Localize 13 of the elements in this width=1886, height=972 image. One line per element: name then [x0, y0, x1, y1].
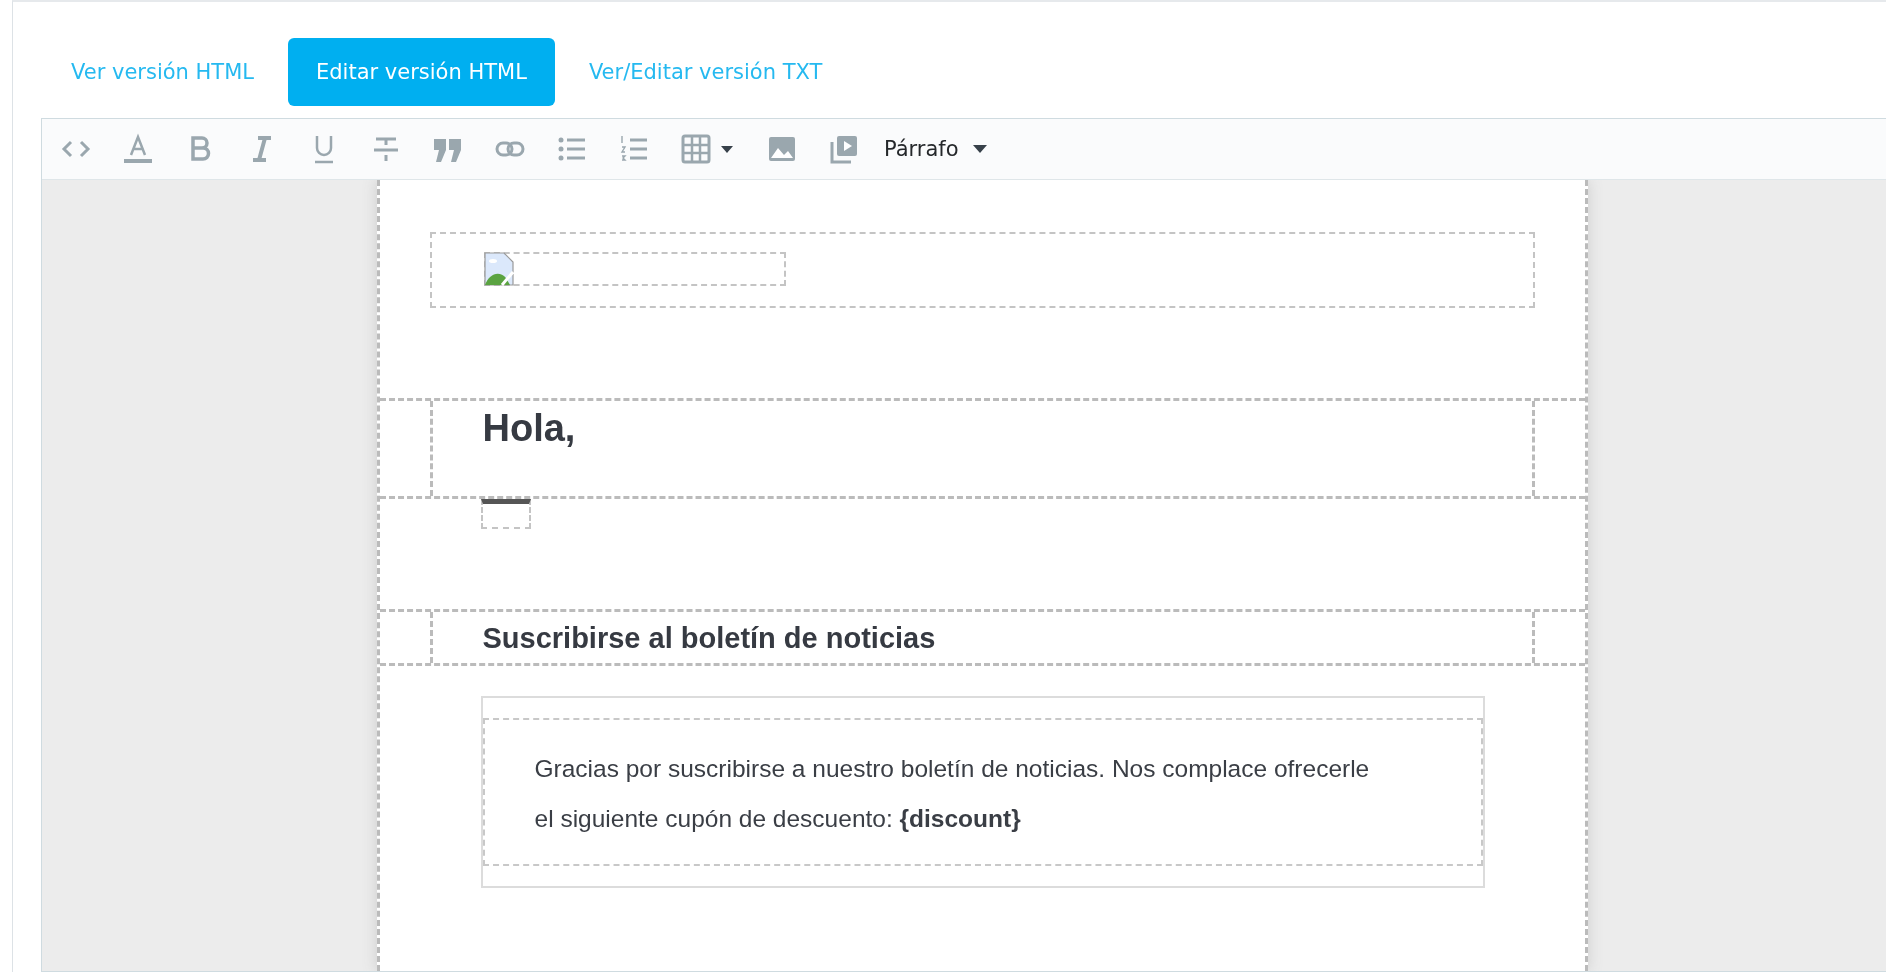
- caret-icon: [972, 145, 987, 153]
- broken-image-icon: [483, 252, 514, 286]
- tab[interactable]: Editar versión HTML: [288, 38, 555, 106]
- tab[interactable]: Ver versión HTML: [53, 38, 272, 106]
- font-color-button[interactable]: [122, 133, 154, 165]
- table-button[interactable]: [680, 133, 736, 165]
- divider-block: [480, 499, 531, 529]
- email-subheading: Suscribirse al boletín de noticias: [482, 621, 937, 656]
- paragraph-format-dropdown[interactable]: Párrafo: [884, 137, 987, 161]
- video-button[interactable]: [828, 133, 860, 165]
- tab[interactable]: Ver/Editar versión TXT: [570, 38, 841, 106]
- message-text: Gracias por suscribirse a nuestro boletín de noticias. Nos complace ofrecerle el siguiente cupón de descuento: {discount}: [534, 754, 1371, 834]
- email-heading: Hola,: [482, 406, 577, 451]
